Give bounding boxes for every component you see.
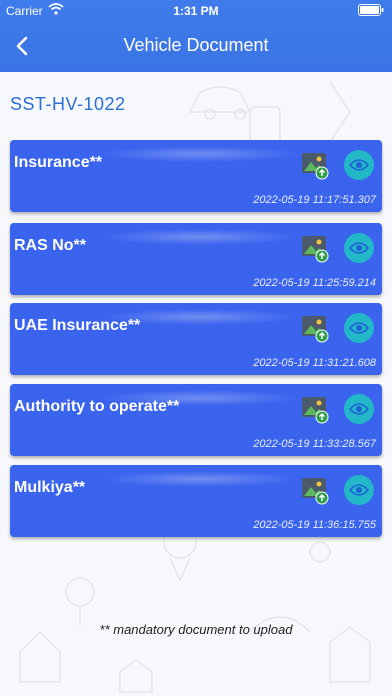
document-name: Authority to operate** xyxy=(14,398,180,415)
document-card-ras-no: RAS No** 2022-05-19 11:25:59.214 xyxy=(10,223,382,295)
eye-icon xyxy=(349,159,369,171)
clock-time: 1:31 PM xyxy=(173,4,219,18)
document-card-mulkiya: Mulkiya** 2022-05-19 11:36:15.755 xyxy=(10,465,382,537)
view-document-button[interactable] xyxy=(344,150,374,180)
page-title: Vehicle Document xyxy=(123,35,269,55)
image-upload-icon[interactable] xyxy=(300,233,330,263)
document-name: Insurance** xyxy=(14,154,103,171)
image-upload-icon[interactable] xyxy=(300,394,330,424)
status-bar: Carrier 1:31 PM xyxy=(0,0,392,22)
eye-icon xyxy=(349,484,369,496)
document-card-authority-to-operate: Authority to operate** 2022-05-19 11:33:… xyxy=(10,384,382,456)
eye-icon xyxy=(349,322,369,334)
document-timestamp: 2022-05-19 11:33:28.567 xyxy=(253,438,376,450)
mandatory-note: ** mandatory document to upload xyxy=(99,622,293,637)
image-upload-icon[interactable] xyxy=(300,150,330,180)
image-upload-icon[interactable] xyxy=(300,475,330,505)
eye-icon xyxy=(349,403,369,415)
document-name: Mulkiya** xyxy=(14,479,86,496)
document-timestamp: 2022-05-19 11:36:15.755 xyxy=(253,519,376,531)
document-card-insurance: Insurance** 2022-05-19 11:17:51.307 xyxy=(10,140,382,212)
app-header: Carrier 1:31 PM Vehicle Document xyxy=(0,0,392,72)
image-upload-icon[interactable] xyxy=(300,313,330,343)
eye-icon xyxy=(349,242,369,254)
view-document-button[interactable] xyxy=(344,233,374,263)
document-name: RAS No** xyxy=(14,237,87,254)
battery-icon xyxy=(358,4,384,16)
document-name: UAE Insurance** xyxy=(14,317,141,334)
document-timestamp: 2022-05-19 11:17:51.307 xyxy=(253,194,376,206)
document-timestamp: 2022-05-19 11:31:21.608 xyxy=(253,357,376,369)
view-document-button[interactable] xyxy=(344,394,374,424)
document-card-uae-insurance: UAE Insurance** 2022-05-19 11:31:21.608 xyxy=(10,303,382,375)
vehicle-id: SST-HV-1022 xyxy=(10,94,126,114)
document-timestamp: 2022-05-19 11:25:59.214 xyxy=(253,277,376,289)
view-document-button[interactable] xyxy=(344,475,374,505)
view-document-button[interactable] xyxy=(344,313,374,343)
